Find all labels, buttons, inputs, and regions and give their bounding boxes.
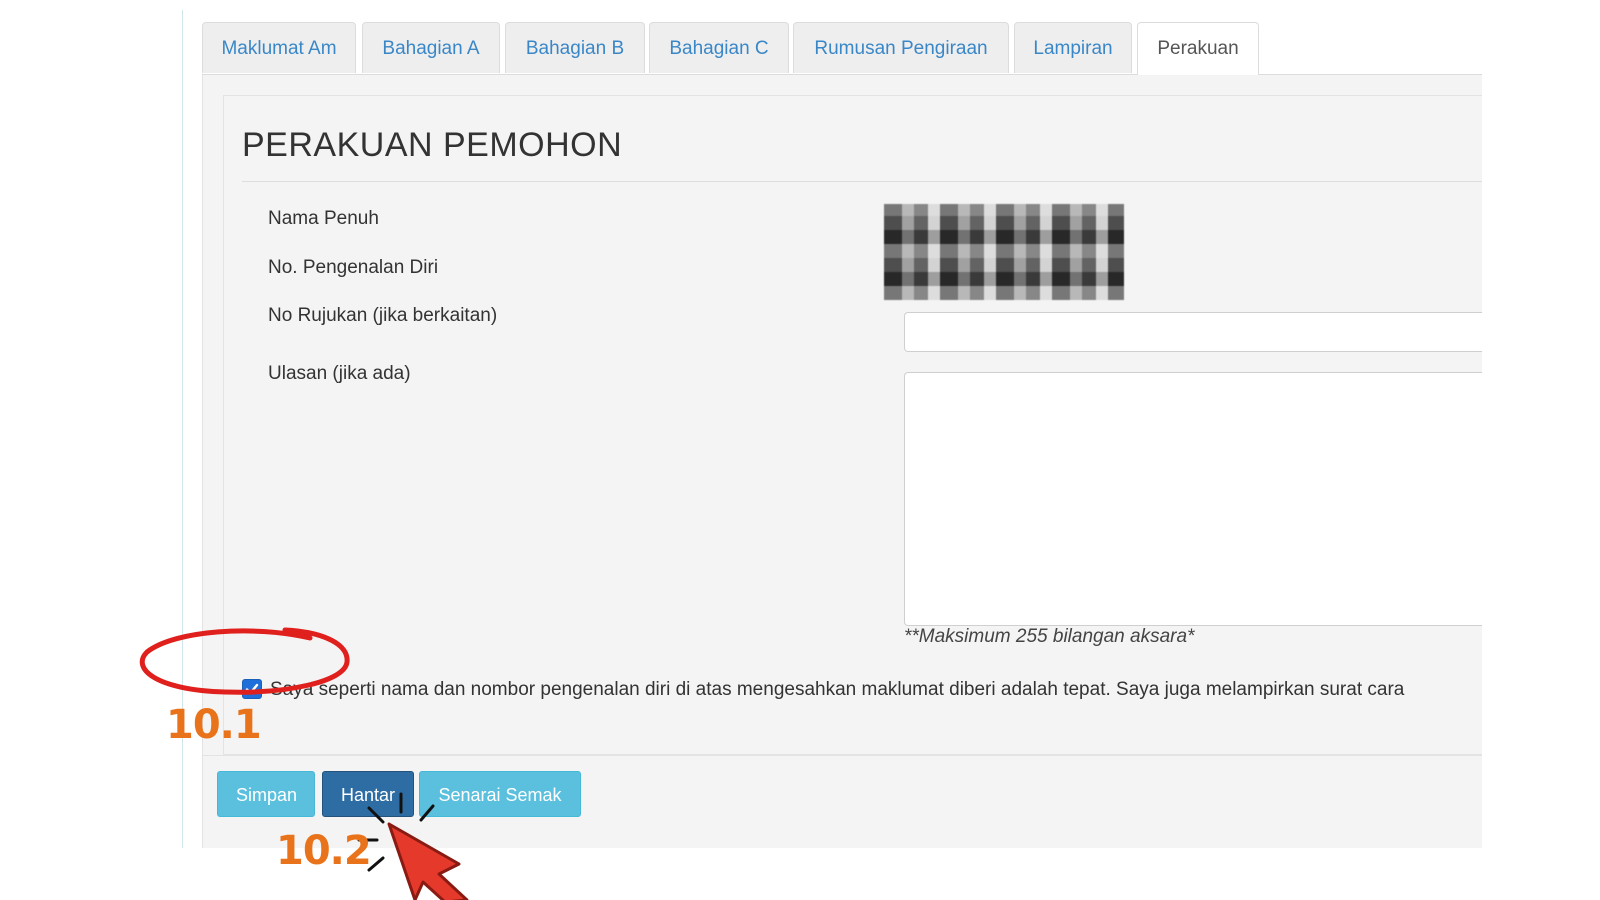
ulasan-textarea[interactable] bbox=[904, 372, 1482, 626]
title-divider bbox=[242, 181, 1482, 182]
ulasan-label: Ulasan (jika ada) bbox=[268, 363, 411, 384]
no-rujukan-input[interactable] bbox=[904, 312, 1482, 352]
agreement-checkbox[interactable] bbox=[242, 679, 262, 699]
redacted-identity-value bbox=[884, 204, 1124, 300]
no-rujukan-label: No Rujukan (jika berkaitan) bbox=[268, 305, 498, 326]
tab-content: PERAKUAN PEMOHON Nama Penuh No. Pengenal… bbox=[202, 75, 1482, 848]
tab-bahagian-b[interactable]: Bahagian B bbox=[505, 22, 645, 73]
tab-rumusan-pengiraan[interactable]: Rumusan Pengiraan bbox=[793, 22, 1009, 73]
tab-bahagian-c[interactable]: Bahagian C bbox=[649, 22, 789, 73]
tab-bahagian-a[interactable]: Bahagian A bbox=[362, 22, 500, 73]
footer-divider bbox=[203, 755, 1482, 756]
agreement-text: Saya seperti nama dan nombor pengenalan … bbox=[270, 679, 1405, 700]
tab-bar: Maklumat Am Bahagian A Bahagian B Bahagi… bbox=[202, 22, 1482, 75]
tab-maklumat-am[interactable]: Maklumat Am bbox=[202, 22, 356, 73]
nama-penuh-label: Nama Penuh bbox=[268, 208, 379, 229]
checkmark-icon bbox=[245, 683, 259, 695]
page-title: PERAKUAN PEMOHON bbox=[242, 126, 623, 164]
tab-lampiran[interactable]: Lampiran bbox=[1014, 22, 1132, 73]
senarai-semak-button[interactable]: Senarai Semak bbox=[419, 771, 581, 817]
hantar-button[interactable]: Hantar bbox=[322, 771, 414, 817]
simpan-button[interactable]: Simpan bbox=[217, 771, 315, 817]
tab-perakuan[interactable]: Perakuan bbox=[1137, 22, 1259, 75]
ulasan-hint: **Maksimum 255 bilangan aksara* bbox=[904, 626, 1195, 647]
step-label-10-1: 10.1 bbox=[166, 702, 262, 748]
no-pengenalan-label: No. Pengenalan Diri bbox=[268, 257, 439, 278]
step-label-10-2: 10.2 bbox=[276, 828, 372, 874]
perakuan-panel: PERAKUAN PEMOHON Nama Penuh No. Pengenal… bbox=[223, 95, 1482, 755]
agreement-row: Saya seperti nama dan nombor pengenalan … bbox=[242, 675, 1482, 703]
